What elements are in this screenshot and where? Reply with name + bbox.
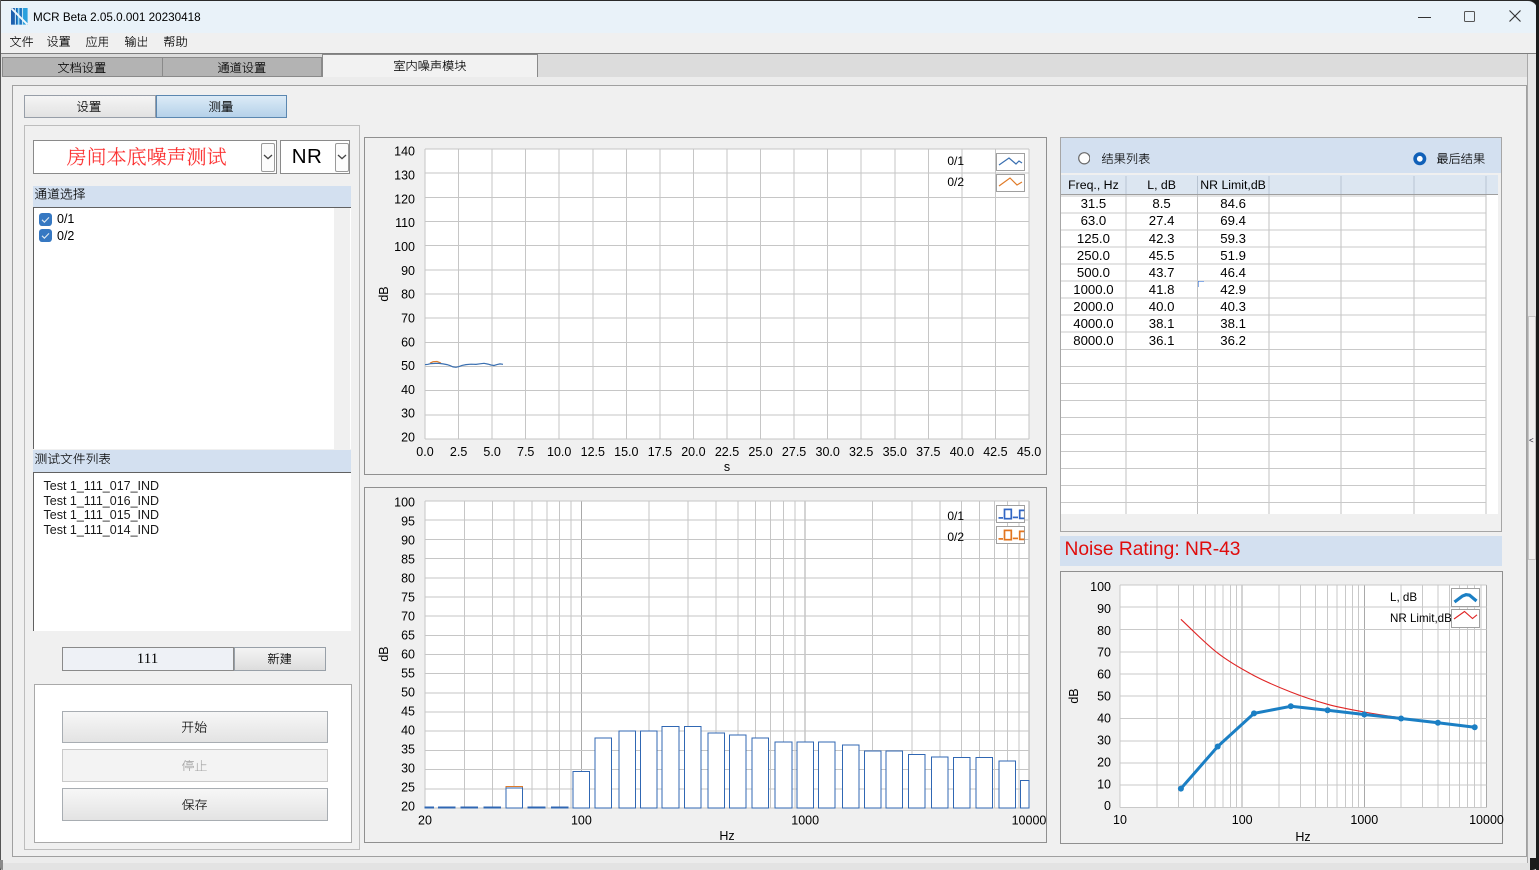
svg-text:dB: dB	[377, 286, 391, 301]
svg-text:45.0: 45.0	[1017, 445, 1041, 459]
svg-text:60: 60	[401, 335, 415, 349]
svg-text:80: 80	[1097, 624, 1111, 638]
svg-text:65: 65	[401, 629, 415, 643]
svg-text:Hz: Hz	[719, 829, 734, 843]
svg-text:60: 60	[1097, 668, 1111, 682]
svg-text:1000: 1000	[791, 814, 819, 828]
svg-text:100: 100	[394, 240, 415, 254]
svg-text:55: 55	[401, 667, 415, 681]
svg-text:20: 20	[401, 800, 415, 814]
svg-text:50: 50	[401, 686, 415, 700]
svg-text:0/1: 0/1	[947, 509, 964, 523]
svg-text:35.0: 35.0	[883, 445, 907, 459]
svg-text:70: 70	[401, 610, 415, 624]
svg-text:Hz: Hz	[1295, 830, 1310, 844]
svg-text:20: 20	[401, 431, 415, 445]
svg-text:100: 100	[1232, 813, 1253, 827]
svg-text:90: 90	[401, 534, 415, 548]
svg-text:130: 130	[394, 169, 415, 183]
svg-text:20: 20	[418, 814, 432, 828]
svg-text:25.0: 25.0	[748, 445, 772, 459]
svg-text:50: 50	[1097, 690, 1111, 704]
svg-text:20.0: 20.0	[681, 445, 705, 459]
svg-text:80: 80	[401, 288, 415, 302]
svg-text:0: 0	[1104, 799, 1111, 813]
svg-text:30: 30	[1097, 733, 1111, 747]
svg-text:85: 85	[401, 553, 415, 567]
svg-text:35: 35	[401, 743, 415, 757]
svg-text:NR Limit,dB: NR Limit,dB	[1390, 612, 1452, 625]
svg-text:0/2: 0/2	[947, 530, 964, 544]
svg-text:30.0: 30.0	[816, 445, 840, 459]
svg-text:10000: 10000	[1469, 813, 1504, 827]
svg-text:50: 50	[401, 359, 415, 373]
svg-text:37.5: 37.5	[916, 445, 940, 459]
svg-text:10: 10	[1097, 777, 1111, 791]
svg-text:10.0: 10.0	[547, 445, 571, 459]
svg-text:0/2: 0/2	[947, 175, 964, 189]
svg-text:60: 60	[401, 648, 415, 662]
svg-text:5.0: 5.0	[483, 445, 500, 459]
svg-text:20: 20	[1097, 755, 1111, 769]
svg-text:110: 110	[395, 216, 415, 230]
svg-text:95: 95	[401, 515, 415, 529]
svg-text:75: 75	[401, 591, 415, 605]
svg-text:27.5: 27.5	[782, 445, 806, 459]
svg-text:0/1: 0/1	[947, 154, 964, 168]
svg-text:1000: 1000	[1350, 813, 1378, 827]
svg-text:100: 100	[394, 496, 415, 510]
svg-text:17.5: 17.5	[648, 445, 672, 459]
svg-text:22.5: 22.5	[715, 445, 739, 459]
svg-text:10000: 10000	[1012, 814, 1047, 828]
svg-text:L, dB: L, dB	[1390, 591, 1417, 604]
svg-text:2.5: 2.5	[450, 445, 467, 459]
svg-text:40: 40	[1097, 712, 1111, 726]
svg-text:100: 100	[571, 814, 592, 828]
svg-text:100: 100	[1090, 580, 1111, 594]
svg-text:120: 120	[394, 192, 415, 206]
svg-text:15.0: 15.0	[614, 445, 638, 459]
svg-text:90: 90	[401, 264, 415, 278]
svg-text:40.0: 40.0	[950, 445, 974, 459]
svg-text:30: 30	[401, 407, 415, 421]
svg-text:25: 25	[401, 781, 415, 795]
svg-text:70: 70	[1097, 646, 1111, 660]
svg-text:42.5: 42.5	[983, 445, 1007, 459]
svg-text:0.0: 0.0	[416, 445, 433, 459]
svg-text:10: 10	[1113, 813, 1127, 827]
svg-text:80: 80	[401, 572, 415, 586]
svg-text:s: s	[724, 460, 730, 474]
svg-text:40: 40	[401, 724, 415, 738]
svg-text:32.5: 32.5	[849, 445, 873, 459]
svg-text:7.5: 7.5	[517, 445, 534, 459]
svg-text:70: 70	[401, 311, 415, 325]
svg-text:45: 45	[401, 705, 415, 719]
svg-text:dB: dB	[377, 646, 391, 661]
svg-text:30: 30	[401, 762, 415, 776]
svg-text:90: 90	[1097, 602, 1111, 616]
svg-text:12.5: 12.5	[581, 445, 605, 459]
svg-text:dB: dB	[1067, 688, 1081, 703]
svg-text:140: 140	[394, 145, 415, 159]
svg-text:40: 40	[401, 383, 415, 397]
